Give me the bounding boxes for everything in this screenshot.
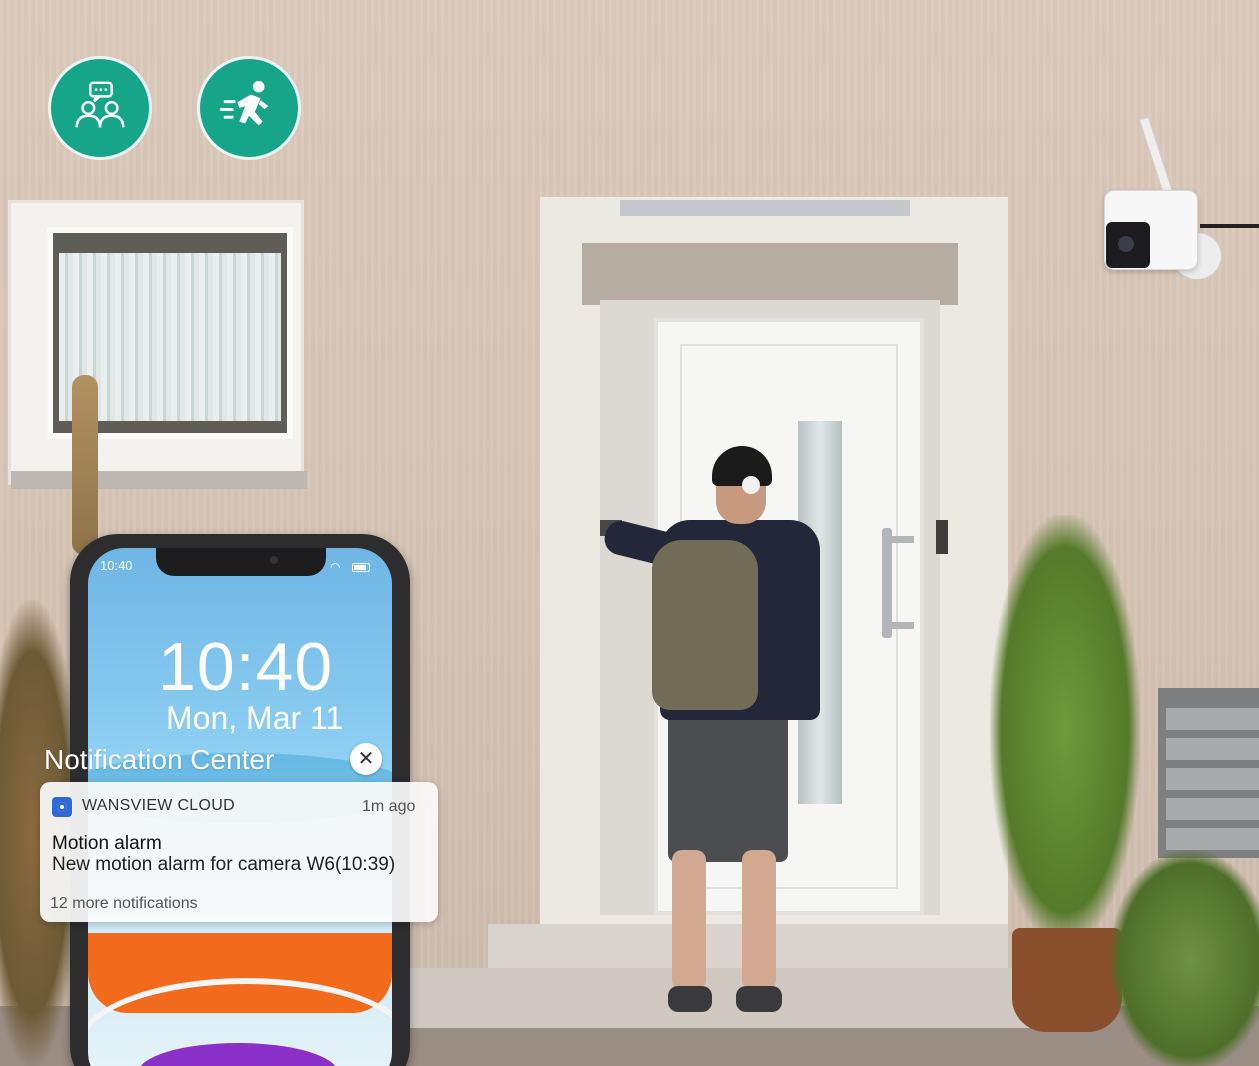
door-canopy bbox=[582, 243, 958, 305]
motion-detection-icon bbox=[219, 80, 269, 126]
right-shoe bbox=[736, 986, 782, 1012]
intercom bbox=[936, 520, 948, 554]
right-bush bbox=[1110, 850, 1259, 1066]
mailbox-slot bbox=[1166, 828, 1259, 850]
door-handle-top bbox=[882, 536, 914, 543]
notification-time: 1m ago bbox=[362, 798, 416, 815]
house-window bbox=[8, 200, 307, 489]
motion-detection-badge bbox=[197, 56, 301, 160]
phone-notch bbox=[156, 548, 326, 576]
door-handle-bottom bbox=[882, 622, 914, 629]
cap-logo bbox=[742, 476, 760, 494]
flower-pot bbox=[1012, 928, 1122, 1032]
notification-center-title: Notification Center bbox=[44, 744, 275, 775]
shorts bbox=[668, 712, 788, 862]
notification-title: Motion alarm bbox=[52, 833, 162, 854]
dry-branch bbox=[72, 375, 98, 555]
backpack bbox=[652, 540, 758, 710]
left-shoe bbox=[668, 986, 712, 1012]
window-sill bbox=[11, 471, 307, 489]
close-icon[interactable]: ✕ bbox=[350, 743, 382, 775]
status-bar-time: 10:40 bbox=[100, 558, 133, 573]
mailbox-slot bbox=[1166, 738, 1259, 760]
more-notifications-link[interactable]: 12 more notifications bbox=[50, 895, 198, 913]
lock-screen-date: Mon, Mar 11 bbox=[166, 700, 344, 736]
mailbox-slot bbox=[1166, 708, 1259, 730]
camera-cable bbox=[1200, 224, 1259, 228]
two-way-talk-badge bbox=[48, 56, 152, 160]
battery-icon bbox=[352, 563, 370, 572]
mailbox-slot bbox=[1166, 768, 1259, 790]
canopy-rail bbox=[620, 200, 910, 216]
mailbox-slot bbox=[1166, 798, 1259, 820]
left-leg bbox=[672, 850, 706, 990]
two-way-talk-icon bbox=[75, 81, 125, 128]
camera-lens-glass bbox=[1118, 236, 1134, 252]
right-leg bbox=[742, 850, 776, 990]
wifi-icon: ◠ bbox=[330, 560, 341, 574]
notification-body: New motion alarm for camera W6(10:39) bbox=[52, 854, 396, 875]
product-scene: 10:40 ◠ 10:40 Mon, Mar 11 Notification C… bbox=[0, 0, 1259, 1066]
wansview-app-icon bbox=[52, 797, 72, 817]
notification-app-name: WANSVIEW CLOUD bbox=[82, 797, 235, 814]
front-camera bbox=[270, 556, 278, 564]
mailbox bbox=[1158, 688, 1259, 858]
lock-screen-time: 10:40 bbox=[158, 629, 334, 705]
